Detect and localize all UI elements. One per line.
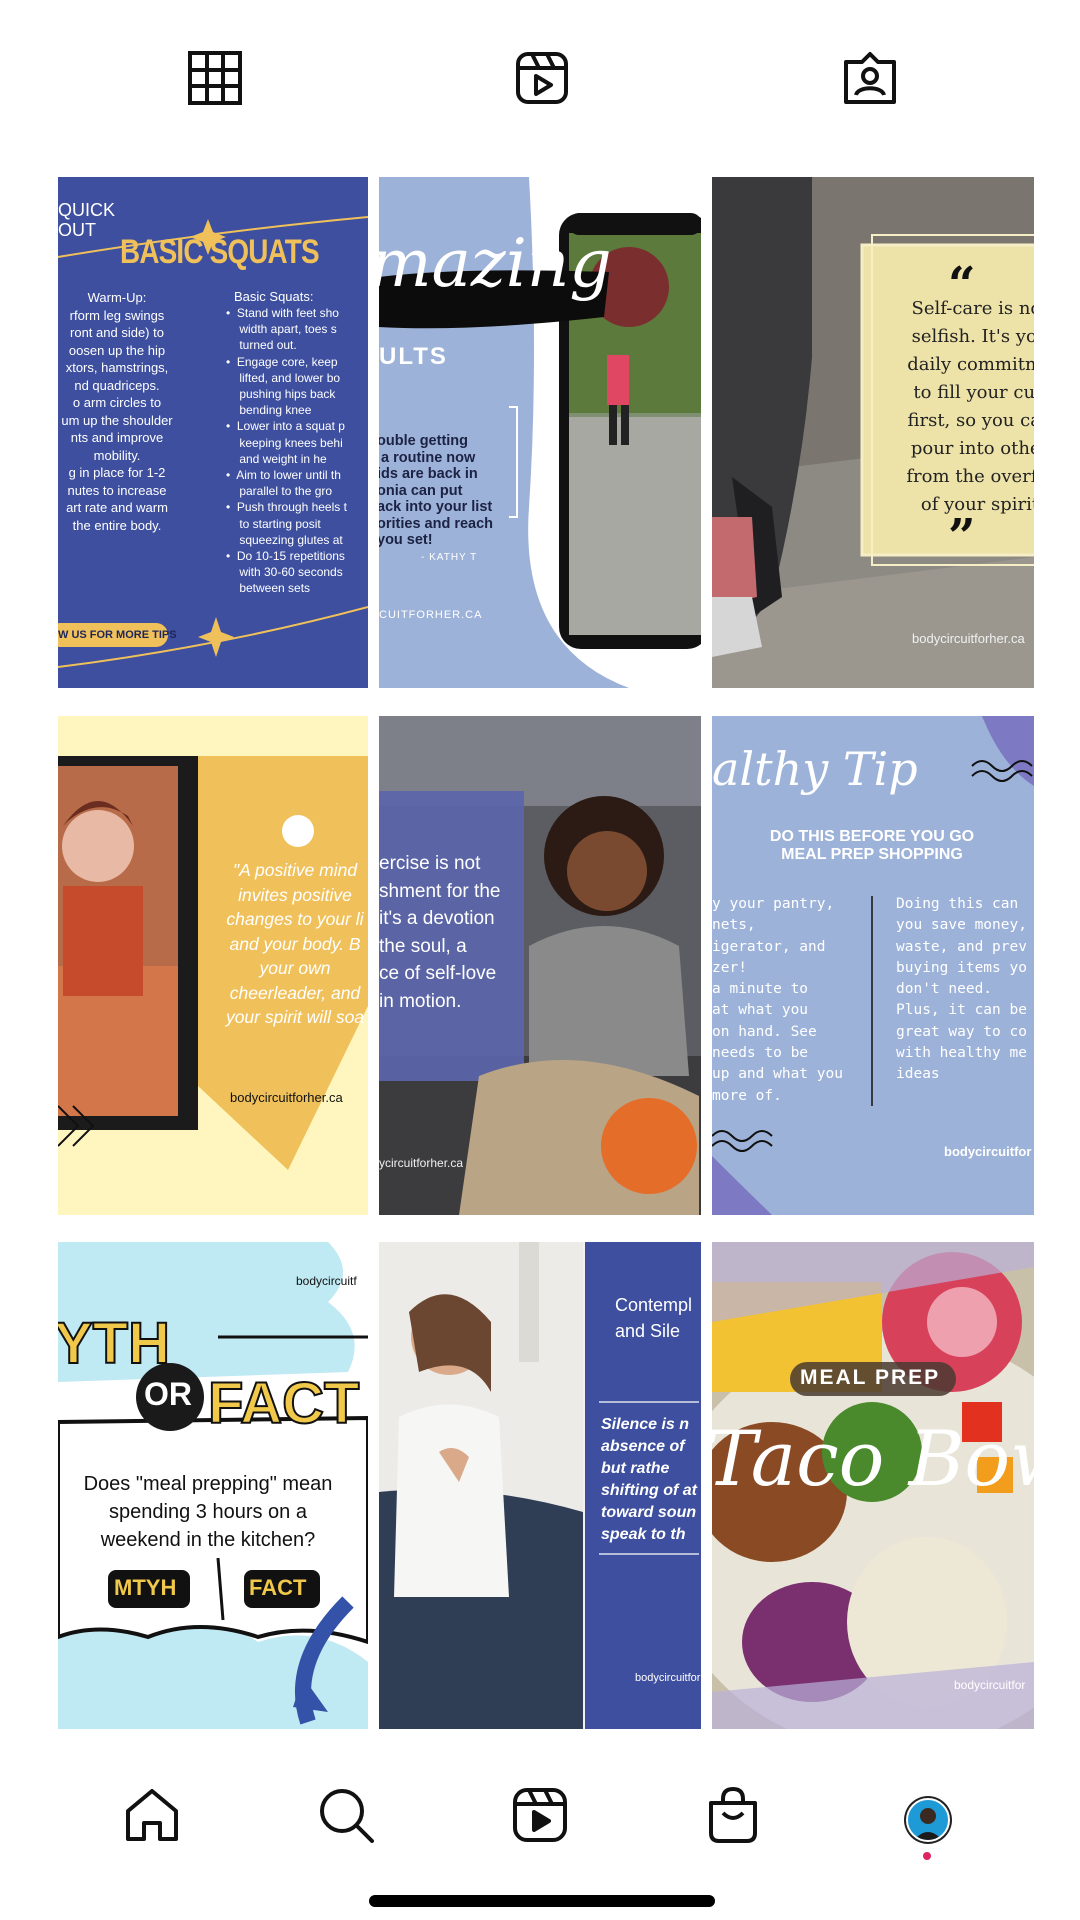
tip-left: y your pantry, nets, igerator, and zer! …	[712, 896, 843, 1104]
post-basic-squats[interactable]: QUICK OUT BASIC SQUATS Warm-Up: rform le…	[58, 177, 368, 688]
site-text: bodycircuitfor	[635, 1672, 701, 1684]
script-title: althy Tip	[712, 742, 918, 796]
quote-text: Self-care is not selfish. It's you daily…	[906, 298, 1034, 515]
reels-tab-icon[interactable]	[514, 50, 570, 106]
or-word: OR	[144, 1376, 192, 1412]
tip-heading: DO THIS BEFORE YOU GO MEAL PREP SHOPPING	[769, 828, 975, 863]
post-self-care[interactable]: “ Self-care is not selfish. It's you dai…	[712, 177, 1034, 688]
post-exercise-devotion[interactable]: ercise is not shment for the it's a devo…	[379, 716, 701, 1215]
steps-heading: Basic Squats:	[234, 289, 314, 304]
subtitle: ULTS	[379, 343, 448, 370]
script-title: Taco Bow	[712, 1414, 1034, 1503]
script-title: mazing	[379, 225, 612, 302]
badge-text: MEAL PREP	[800, 1366, 941, 1389]
shop-icon[interactable]	[703, 1785, 763, 1845]
fact-button: FACT	[249, 1575, 307, 1600]
testimonial-quote: ouble getting a routine now ids are back…	[379, 433, 494, 548]
post-contemplation-silence[interactable]: Contempl and Sile Silence is n absence o…	[379, 1242, 701, 1729]
site-text: ycircuitforher.ca	[379, 1156, 464, 1170]
post-amazing-results[interactable]: mazing ULTS ouble getting a routine now …	[379, 177, 701, 688]
quote-text: ercise is not shment for the it's a devo…	[379, 853, 501, 1012]
post-title: BASIC SQUATS	[120, 233, 320, 271]
tip-right: Doing this can you save money, waste, an…	[896, 896, 1027, 1083]
profile-tab-bar	[0, 0, 1080, 150]
tagged-icon[interactable]	[842, 50, 898, 106]
myth-word: YTH	[58, 1310, 171, 1377]
post-myth-or-fact[interactable]: bodycircuitf YTH OR FACT Does "meal prep…	[58, 1242, 368, 1729]
fact-word: FACT	[207, 1370, 360, 1437]
profile-avatar[interactable]	[906, 1798, 950, 1842]
post-taco-bowl[interactable]: MEAL PREP Taco Bow bodycircuitfor	[712, 1242, 1034, 1729]
steps-text: • Stand with feet sho width apart, toes …	[226, 306, 347, 596]
site-text: bodycircuitforher.ca	[230, 1090, 343, 1105]
post-healthy-tip[interactable]: althy Tip DO THIS BEFORE YOU GO MEAL PRE…	[712, 716, 1034, 1215]
site-text: bodycircuitforher.ca	[912, 631, 1025, 646]
notification-dot	[923, 1852, 931, 1860]
post-title: Contempl and Sile	[615, 1295, 693, 1341]
myth-button: MTYH	[114, 1575, 177, 1600]
site-text: bodycircuitfor	[954, 1678, 1026, 1692]
site-text: bodycircuitfor	[944, 1144, 1032, 1159]
quote-text: "A positive mind invites positive change…	[225, 860, 365, 1027]
home-icon[interactable]	[122, 1785, 182, 1845]
post-positive-mind[interactable]: "A positive mind invites positive change…	[58, 716, 368, 1215]
reels-icon[interactable]	[510, 1785, 570, 1845]
home-indicator	[369, 1895, 715, 1907]
question-text: Does "meal prepping" mean spending 3 hou…	[83, 1473, 333, 1551]
site-text: CUITFORHER.CA	[379, 609, 483, 621]
close-quote-mark: ”	[948, 509, 976, 565]
grid-icon[interactable]	[187, 50, 243, 106]
search-icon[interactable]	[316, 1785, 376, 1845]
quote-text: Silence is n absence of but rathe shifti…	[601, 1416, 697, 1543]
site-text: bodycircuitf	[296, 1274, 357, 1288]
cta-text: W US FOR MORE TIPS	[58, 629, 177, 641]
warmup-text: Warm-Up: rform leg swings ront and side)…	[61, 290, 173, 533]
corner-text: QUICK OUT	[58, 200, 116, 240]
testimonial-author: - KATHY T	[421, 552, 478, 563]
